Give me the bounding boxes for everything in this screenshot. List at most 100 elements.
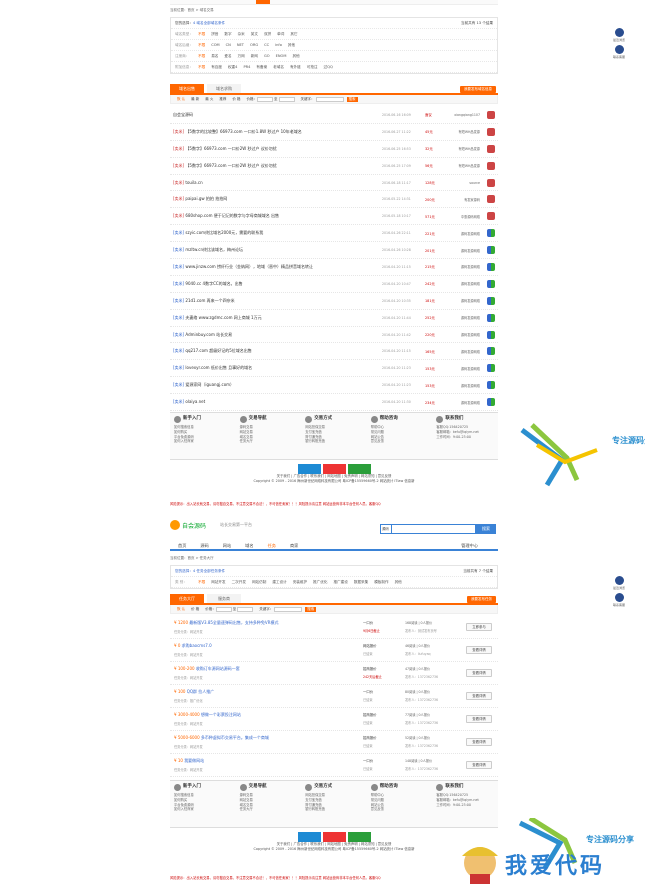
task-title-text[interactable]: 我要做网站 xyxy=(184,758,204,763)
filter-option[interactable]: 双拼 xyxy=(264,32,271,37)
row-user[interactable]: 源码发源网络 xyxy=(461,315,480,320)
filter-option[interactable]: 推广建设 xyxy=(333,580,347,585)
task-action-button[interactable]: 查看详情 xyxy=(466,646,492,654)
avatar[interactable] xyxy=(487,127,495,136)
row-title[interactable]: [卖米] paipai.gw 拍拍 拍拍网 xyxy=(173,196,227,202)
recent-view-label[interactable]: 最近浏览 xyxy=(607,38,631,42)
row-title-text[interactable]: 9040.cc 4数字CC的域名。出售 xyxy=(185,281,242,286)
table-row[interactable]: [卖米] paipai.gw 拍拍 拍拍网 2016-05-22 14:31 200… xyxy=(170,191,498,209)
filter-option[interactable]: 有百度 xyxy=(211,65,222,70)
row-title[interactable]: [卖米] olaiya.net xyxy=(173,399,205,405)
tab-domain-buy[interactable]: 域名求购 xyxy=(207,84,241,93)
filter-option[interactable]: 网站开发 xyxy=(211,580,225,585)
eye-icon[interactable] xyxy=(614,28,624,37)
filter-option[interactable]: 数字 xyxy=(224,32,231,37)
row-user[interactable]: 有短WH品发源 xyxy=(459,163,481,168)
row-title[interactable]: [卖米] 爱源家网（iguangj.com） xyxy=(173,382,234,388)
table-row[interactable]: [卖米] szyic.com终比域名2000元，需要的联系我 2016-04-26… xyxy=(170,225,498,243)
filter-option[interactable]: 数据采集 xyxy=(354,580,368,585)
task-title-text[interactable]: 最新版V3.85全量速弹码出售，支持多种免VR模式 xyxy=(189,620,278,625)
avatar[interactable] xyxy=(487,178,495,187)
filter-option[interactable]: 权重4 xyxy=(228,65,237,70)
avatar[interactable] xyxy=(487,381,495,390)
row-user[interactable]: 有短WH品发源 xyxy=(459,129,481,134)
row-title[interactable]: [卖米] 【5数字】66973.com 一口价2W 秒过户 议价勿扰 xyxy=(173,163,277,169)
row-user[interactable]: 有短WH品发源 xyxy=(459,146,481,151)
row-title[interactable]: [卖米] 【5数字的比较整】66973.com 一口价1.8W 秒过户 10年老… xyxy=(173,129,302,135)
nav-domain[interactable]: 域名 xyxy=(245,543,253,549)
row-title[interactable]: [卖米] 9040.cc 4数字CC的域名。出售 xyxy=(173,281,243,287)
table-row[interactable]: [卖米] qq217.com 超级好记的5位域名出售 2016-04-20 11:… xyxy=(170,343,498,361)
task-action-button[interactable]: 查看详情 xyxy=(466,761,492,769)
avatar[interactable] xyxy=(487,229,495,238)
table-row[interactable]: 自会宝源码 2016-06-16 16:09 面议 xiangqiang1107 xyxy=(170,107,498,124)
task-title[interactable]: ¥ 3000-4000 想做一个彩票投注网站 xyxy=(174,712,241,718)
row-title-text[interactable]: 夫妻络 www.zgdmc.com 网上商城 1万元 xyxy=(185,315,261,320)
avatar[interactable] xyxy=(487,212,495,221)
footer-link[interactable]: 意见反馈 xyxy=(371,807,429,812)
row-user[interactable]: 源码发源网络 xyxy=(461,332,480,337)
task-title[interactable]: ¥ 1200 最新版V3.85全量速弹码出售，支持多种免VR模式 xyxy=(174,620,278,626)
active-nav-tab[interactable] xyxy=(256,0,270,4)
row-title-text[interactable]: lovexyr.com 低价出售 且事好的域名 xyxy=(185,365,252,370)
filter-option[interactable]: 单词 xyxy=(277,32,284,37)
filter-option[interactable]: CN xyxy=(226,43,231,47)
nav-website[interactable]: 网站 xyxy=(223,543,231,549)
table-row[interactable]: [卖米] 【5数字】66973.com 一口价2W 秒过户 议价勿扰 2016-0… xyxy=(170,141,498,158)
footer-link[interactable]: 银行转账充值 xyxy=(305,439,363,444)
filter-option[interactable]: 易名 xyxy=(211,54,218,59)
row-title[interactable]: [卖米] 21d1.com 再来一个四杂米 xyxy=(173,298,235,304)
table-row[interactable]: [卖米] 【5数字】66973.com 一口价2W 秒过户 议价勿扰 2016-0… xyxy=(170,158,498,175)
filter-option[interactable]: 不限 xyxy=(198,580,205,585)
avatar[interactable] xyxy=(487,398,495,407)
row-title-text[interactable]: mzltw.cn终比该域名，梅州论坛 xyxy=(185,247,243,252)
table-row[interactable]: [卖米] mzltw.cn终比该域名，梅州论坛 2016-04-26 10:28 2… xyxy=(170,242,498,260)
avatar[interactable] xyxy=(487,262,495,271)
row-title-text[interactable]: 21d1.com 再来一个四杂米 xyxy=(185,298,234,303)
avatar[interactable] xyxy=(487,296,495,305)
task-action-button[interactable]: 立即参与 xyxy=(466,623,492,631)
task-sort-price[interactable]: 价 格 xyxy=(191,607,199,612)
filter-option[interactable]: 过QQ xyxy=(324,65,333,70)
row-title[interactable]: [卖米] qq217.com 超级好记的5位域名出售 xyxy=(173,348,252,354)
row-title[interactable]: [卖米] szyic.com终比域名2000元，需要的联系我 xyxy=(173,230,263,236)
filter-option[interactable]: 不限 xyxy=(198,43,205,48)
list-item[interactable]: ¥ 5000-6000 多币种虚拟币交易平台。集成一个商城 任务分类：网站开发 招商… xyxy=(170,731,498,754)
nav-home[interactable]: 首页 xyxy=(178,543,186,549)
nav-source[interactable]: 源码 xyxy=(200,543,208,549)
filter-option[interactable]: 建工设计 xyxy=(272,580,286,585)
filter-option[interactable]: 网站仿制 xyxy=(252,580,266,585)
filter-option[interactable]: 其他 xyxy=(288,43,295,48)
avatar[interactable] xyxy=(487,313,495,322)
avatar[interactable] xyxy=(487,144,495,153)
footer-link[interactable]: 工作时间：9:00-23:00 xyxy=(436,803,494,808)
publish-task-button[interactable]: 我要发布任务 xyxy=(467,596,496,603)
task-title-text[interactable]: 多币种虚拟币交易平台。集成一个商城 xyxy=(201,735,269,740)
row-title[interactable]: [卖米] Adminbuy.com 站长交易 xyxy=(173,332,232,338)
price-max-input[interactable] xyxy=(278,96,295,102)
list-item[interactable]: ¥ 1200 最新版V3.85全量速弹码出售，支持多种免VR模式 任务分类：网站开… xyxy=(170,616,498,639)
task-title[interactable]: ¥ 100 QQ群 拉人推广 xyxy=(174,689,214,695)
row-title[interactable]: [卖米] 夫妻络 www.zgdmc.com 网上商城 1万元 xyxy=(173,315,262,321)
badge-security-icon[interactable] xyxy=(297,464,321,474)
avatar[interactable] xyxy=(487,279,495,288)
avatar[interactable] xyxy=(487,330,495,339)
search-type-select[interactable]: 源码 xyxy=(380,524,392,534)
row-title-text[interactable]: Adminbuy.com 站长交易 xyxy=(185,332,232,337)
footer-link[interactable]: 如何入驻商家 xyxy=(174,807,232,812)
avatar[interactable] xyxy=(487,195,495,204)
filter-option[interactable]: 新网 xyxy=(251,54,258,59)
filter-option[interactable]: 可抢注 xyxy=(307,65,318,70)
row-user[interactable]: 源码发源网络 xyxy=(461,298,480,303)
table-row[interactable]: [卖米] 【5数字的比较整】66973.com 一口价1.8W 秒过户 10年老… xyxy=(170,124,498,141)
filter-option[interactable]: 有外链 xyxy=(290,65,301,70)
row-title[interactable]: [卖米] 【5数字】66973.com 一口价2W 秒过户 议价勿扰 xyxy=(173,146,277,152)
sort-default[interactable]: 默 认 xyxy=(177,97,185,102)
search-button[interactable]: 搜索 xyxy=(346,96,358,102)
tab-service[interactable]: 服务商 xyxy=(207,594,241,603)
contact-service-label[interactable]: 联系客服 xyxy=(607,603,631,607)
footer-link[interactable]: 任务大厅 xyxy=(240,807,298,812)
task-price-min[interactable] xyxy=(215,606,232,612)
row-user[interactable]: 源码发源网络 xyxy=(461,383,480,388)
avatar[interactable] xyxy=(487,110,495,119)
